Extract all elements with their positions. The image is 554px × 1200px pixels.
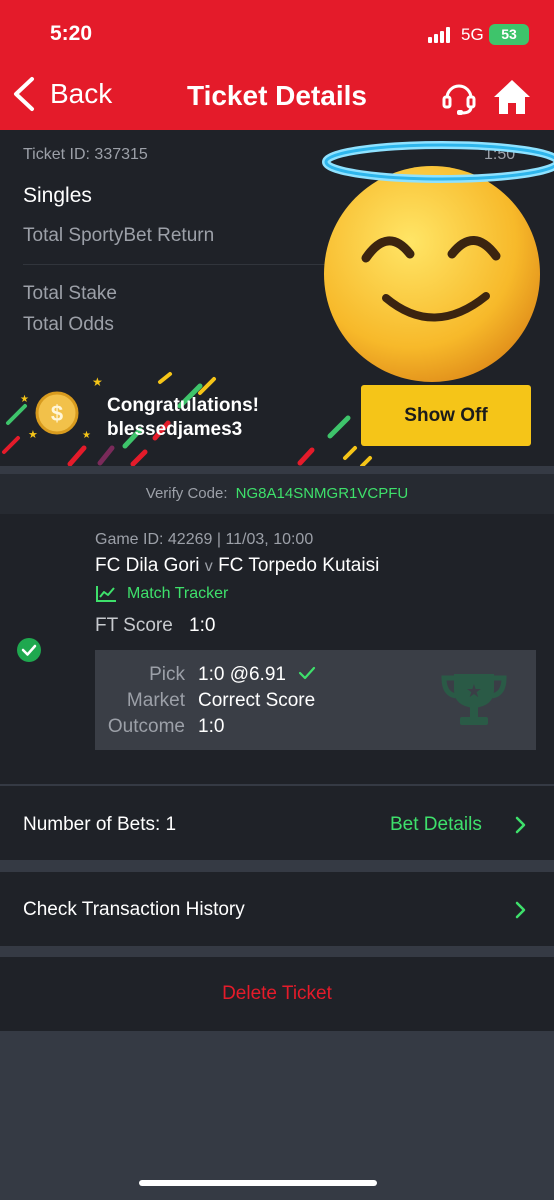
svg-text:★: ★	[20, 394, 29, 405]
outcome-value: 1:0	[198, 716, 225, 737]
battery-icon: 53	[489, 24, 529, 45]
home-icon[interactable]	[492, 78, 532, 116]
number-of-bets-label: Number of Bets: 1	[23, 814, 177, 835]
total-odds-label: Total Odds	[23, 314, 114, 335]
away-team: FC Torpedo Kutaisi	[218, 555, 380, 576]
smiling-halo-emoji-sticker	[322, 141, 554, 382]
pick-details-box: Pick 1:0 @6.91 Market Correct Score Outc…	[95, 650, 536, 750]
svg-text:★: ★	[92, 375, 103, 389]
ft-score-value: 1:0	[189, 615, 216, 636]
svg-text:★: ★	[82, 430, 91, 441]
show-off-button[interactable]: Show Off	[361, 385, 531, 446]
chevron-right-icon	[515, 816, 526, 834]
username: blessedjames3	[107, 419, 243, 440]
bet-details-link[interactable]: Bet Details	[390, 814, 482, 836]
network-type: 5G	[461, 25, 484, 44]
status-time: 5:20	[50, 22, 93, 45]
transaction-history-row[interactable]: Check Transaction History	[0, 872, 554, 946]
pick-label: Pick	[149, 664, 185, 685]
home-indicator	[139, 1180, 377, 1186]
chevron-right-icon	[515, 901, 526, 919]
market-value: Correct Score	[198, 690, 316, 711]
congratulations-title: Congratulations!	[107, 395, 259, 416]
svg-text:★: ★	[28, 429, 38, 441]
trophy-icon: ★	[441, 674, 507, 725]
divider	[23, 264, 353, 265]
match-tracker-link[interactable]: Match Tracker	[95, 585, 228, 603]
total-stake-label: Total Stake	[23, 283, 117, 304]
delete-ticket-button[interactable]: Delete Ticket	[0, 957, 554, 1031]
versus-label: v	[204, 558, 213, 575]
svg-text:$: $	[51, 401, 63, 426]
verify-code-value[interactable]: NG8A14SNMGR1VCPFU	[236, 485, 409, 502]
pick-value: 1:0 @6.91	[198, 664, 286, 685]
number-of-bets-row[interactable]: Number of Bets: 1 Bet Details	[0, 786, 554, 860]
line-chart-icon	[96, 586, 116, 602]
bet-type: Singles	[23, 184, 92, 207]
svg-text:★: ★	[466, 681, 482, 701]
headset-icon[interactable]	[440, 78, 478, 116]
signal-icon	[428, 27, 450, 43]
transaction-history-label: Check Transaction History	[23, 899, 245, 920]
check-icon	[298, 666, 316, 680]
match-name: FC Dila Gori v FC Torpedo Kutaisi	[95, 555, 379, 577]
home-team: FC Dila Gori	[95, 555, 200, 576]
verify-code-bar: Verify Code: NG8A14SNMGR1VCPFU	[0, 474, 554, 514]
ft-score-label: FT Score	[95, 615, 173, 636]
won-check-icon	[17, 638, 41, 662]
market-label: Market	[126, 690, 185, 711]
game-meta: Game ID: 42269 | 11/03, 10:00	[95, 531, 314, 548]
outcome-label: Outcome	[107, 716, 185, 737]
match-tracker-label: Match Tracker	[127, 585, 229, 602]
total-return-label: Total SportyBet Return	[23, 225, 215, 246]
congratulations-message: Congratulations! blessedjames3	[107, 394, 259, 442]
verify-code-label: Verify Code:	[145, 485, 228, 502]
ticket-id: Ticket ID: 337315	[23, 146, 148, 163]
